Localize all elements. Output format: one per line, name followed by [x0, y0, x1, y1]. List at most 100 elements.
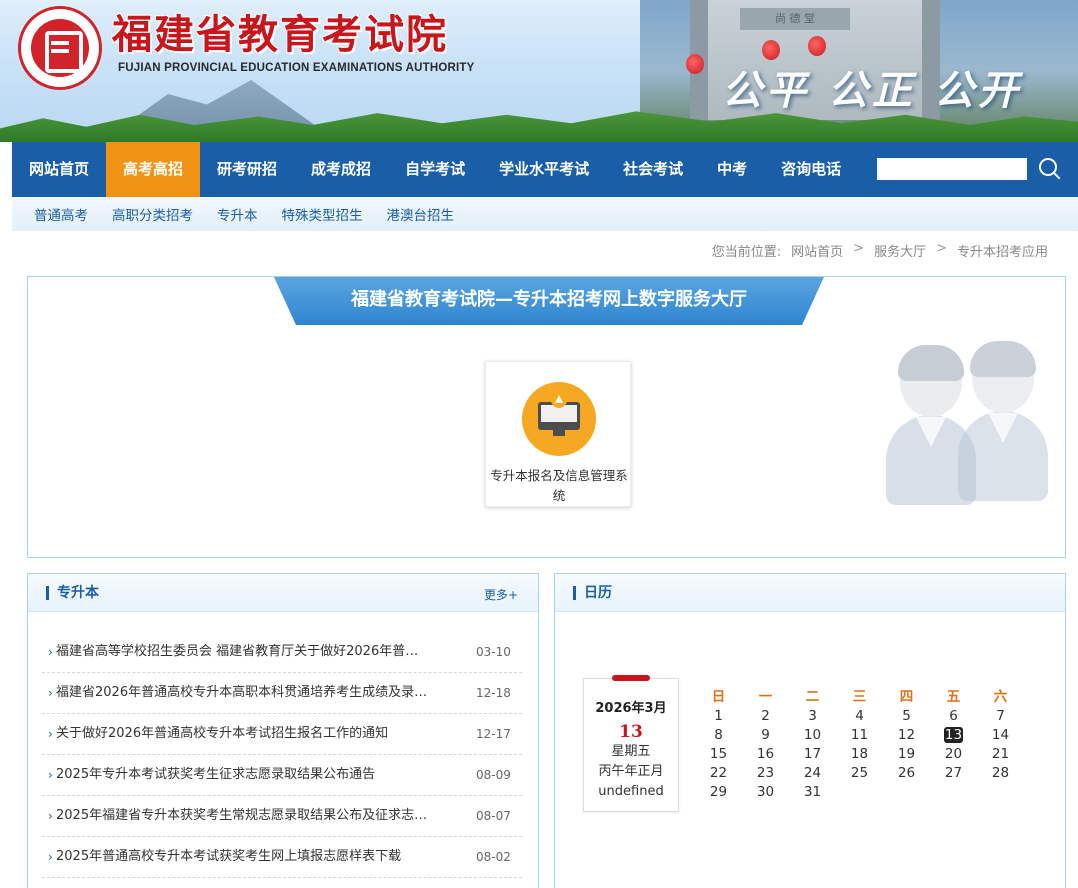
news-item[interactable]: › 福建省2026年普通高校专升本高职本科贯通培养考生成绩及录… 12-18 — [42, 673, 522, 714]
breadcrumb-link-home[interactable]: 网站首页 — [791, 241, 843, 260]
calendar-day-cell[interactable]: 2 — [742, 707, 789, 726]
calendar-day-cell — [977, 783, 1024, 802]
calendar-day-cell[interactable]: 6 — [930, 707, 977, 726]
chevron-right-icon: › — [48, 686, 53, 700]
news-item[interactable]: › 2025年福建省专升本获奖考生常规志愿录取结果公布及征求志… 08-07 — [42, 796, 522, 837]
calendar-extra: undefined — [598, 784, 664, 799]
subnav-item-teshu[interactable]: 特殊类型招生 — [270, 204, 375, 224]
news-title[interactable]: 福建省2026年普通高校专升本高职本科贯通培养考生成绩及录… — [56, 673, 476, 713]
calendar-day-cell[interactable]: 28 — [977, 764, 1024, 783]
search-icon[interactable] — [1036, 155, 1064, 183]
news-title[interactable]: 关于做好2026年普通高校专升本考试招生报名工作的通知 — [56, 714, 476, 754]
news-item[interactable]: › 2025年普通高校专升本考试获奖考生网上填报志愿样表下载 08-02 — [42, 837, 522, 878]
calendar-day-cell[interactable]: 10 — [789, 726, 836, 745]
calendar-day-cell[interactable]: 12 — [883, 726, 930, 745]
calendar-day-cell[interactable]: 1 — [695, 707, 742, 726]
seal-logo-inner — [31, 19, 89, 77]
calendar-day-cell[interactable]: 17 — [789, 745, 836, 764]
calendar-day-cell[interactable]: 27 — [930, 764, 977, 783]
calendar-day-cell[interactable]: 3 — [789, 707, 836, 726]
chevron-right-icon: › — [48, 727, 53, 741]
service-card-registration[interactable]: 专升本报名及信息管理系统 — [485, 361, 631, 507]
nav-item-shehui[interactable]: 社会考试 — [606, 142, 700, 197]
calendar-day-cell[interactable]: 21 — [977, 745, 1024, 764]
news-title[interactable]: 2025年福建省专升本获奖考生常规志愿录取结果公布及征求志… — [56, 796, 476, 836]
calendar-weekday-row: 日 一 二 三 四 五 六 — [695, 688, 1025, 707]
news-item[interactable]: › 福建省高等学校招生委员会 福建省教育厅关于做好2026年普… 03-10 — [42, 632, 522, 673]
nav-item-zhongkao[interactable]: 中考 — [700, 142, 764, 197]
calendar-day-cell[interactable]: 14 — [977, 726, 1024, 745]
calendar-day-cell[interactable]: 7 — [977, 707, 1024, 726]
site-subtitle: FUJIAN PROVINCIAL EDUCATION EXAMINATIONS… — [118, 62, 475, 74]
upload-arrow-icon — [551, 392, 567, 408]
calendar-date-card: 2026年3月 13 星期五 丙午年正月 undefined — [583, 675, 679, 812]
today-marker: 13 — [943, 727, 964, 743]
weekday-label: 日 — [711, 689, 726, 705]
nav-item-gaokao[interactable]: 高考高招 — [106, 142, 201, 197]
nav-item-xueye[interactable]: 学业水平考试 — [482, 142, 606, 197]
nav-item-home[interactable]: 网站首页 — [12, 142, 106, 197]
calendar-day-cell[interactable]: 5 — [883, 707, 930, 726]
calendar-today-cell[interactable]: 13 — [930, 726, 977, 745]
news-title[interactable]: 2025年普通高校专升本考试获奖考生网上填报志愿样表下载 — [56, 837, 476, 877]
calendar-day-cell[interactable]: 29 — [695, 783, 742, 802]
news-date: 08-02 — [476, 850, 511, 864]
calendar-day-cell[interactable]: 19 — [883, 745, 930, 764]
seal-logo-icon[interactable] — [18, 6, 102, 90]
sub-nav: 普通高考 高职分类招考 专升本 特殊类型招生 港澳台招生 — [12, 197, 1078, 231]
calendar-day-cell[interactable]: 15 — [695, 745, 742, 764]
hall-title-banner: 福建省教育考试院—专升本招考网上数字服务大厅 — [274, 277, 824, 325]
news-date: 12-18 — [476, 686, 511, 700]
calendar-day-cell[interactable]: 31 — [789, 783, 836, 802]
calendar-day-cell[interactable]: 18 — [836, 745, 883, 764]
news-title[interactable]: 福建省高等学校招生委员会 福建省教育厅关于做好2026年普… — [56, 632, 476, 672]
lantern-icon — [762, 40, 780, 60]
weekday-label: 二 — [805, 689, 820, 705]
calendar-day-cell[interactable]: 9 — [742, 726, 789, 745]
breadcrumb-prefix: 您当前位置: — [711, 245, 782, 260]
subnav-item-gangaotai[interactable]: 港澳台招生 — [375, 204, 467, 224]
nav-item-chengkao[interactable]: 成考成招 — [294, 142, 388, 197]
slogan: 公平 公正 公开 — [722, 67, 1022, 114]
calendar-lunar: 丙午年正月 — [598, 764, 664, 779]
calendar-day-cell[interactable]: 16 — [742, 745, 789, 764]
chevron-right-icon: › — [48, 850, 53, 864]
service-hall: 福建省教育考试院—专升本招考网上数字服务大厅 专升本报名及信息管理系统 — [27, 276, 1066, 558]
calendar-day-cell[interactable]: 24 — [789, 764, 836, 783]
subnav-item-zhuanshengben[interactable]: 专升本 — [205, 204, 270, 224]
calendar-day-cell[interactable]: 26 — [883, 764, 930, 783]
breadcrumb-current[interactable]: 专升本招考应用 — [957, 241, 1048, 260]
news-title[interactable]: 2025年专升本考试获奖考生征求志愿录取结果公布通告 — [56, 755, 476, 795]
breadcrumb-link-hall[interactable]: 服务大厅 — [874, 241, 926, 260]
gate-sign: 尚 德 堂 — [740, 8, 850, 30]
calendar-day-cell[interactable]: 11 — [836, 726, 883, 745]
chevron-right-icon: › — [48, 645, 53, 659]
weekday-label: 四 — [899, 689, 914, 705]
more-link[interactable]: 更多+ — [484, 586, 518, 603]
subnav-item-putong[interactable]: 普通高考 — [22, 204, 100, 224]
lantern-icon — [686, 54, 704, 74]
search-input[interactable] — [877, 158, 1027, 180]
service-label: 专升本报名及信息管理系统 — [490, 468, 628, 503]
nav-item-zixue[interactable]: 自学考试 — [388, 142, 482, 197]
calendar-day-cell[interactable]: 8 — [695, 726, 742, 745]
mascot-hair — [970, 341, 1036, 377]
calendar-day-cell[interactable]: 25 — [836, 764, 883, 783]
nav-item-yankao[interactable]: 研考研招 — [200, 142, 294, 197]
calendar-day-cell[interactable]: 22 — [695, 764, 742, 783]
calendar-grid: 日 一 二 三 四 五 六 1 2 3 4 5 6 7 8 9 10 11 12… — [695, 688, 1025, 802]
news-item[interactable]: › 2025年专升本考试获奖考生征求志愿录取结果公布通告 08-09 — [42, 755, 522, 796]
lantern-icon — [808, 36, 826, 56]
news-item[interactable]: › 关于做好2026年普通高校专升本考试招生报名工作的通知 12-17 — [42, 714, 522, 755]
nav-item-phone[interactable]: 咨询电话 — [764, 142, 858, 197]
news-list: › 福建省高等学校招生委员会 福建省教育厅关于做好2026年普… 03-10 ›… — [42, 632, 522, 878]
weekday-label: 一 — [758, 689, 773, 705]
news-date: 08-09 — [476, 768, 511, 782]
calendar-week-row: 8 9 10 11 12 13 14 — [695, 726, 1025, 745]
calendar-day-cell[interactable]: 4 — [836, 707, 883, 726]
calendar-week-row: 1 2 3 4 5 6 7 — [695, 707, 1025, 726]
subnav-item-gaozhi[interactable]: 高职分类招考 — [100, 204, 205, 224]
calendar-day-cell[interactable]: 23 — [742, 764, 789, 783]
calendar-day-cell[interactable]: 30 — [742, 783, 789, 802]
calendar-day-cell[interactable]: 20 — [930, 745, 977, 764]
